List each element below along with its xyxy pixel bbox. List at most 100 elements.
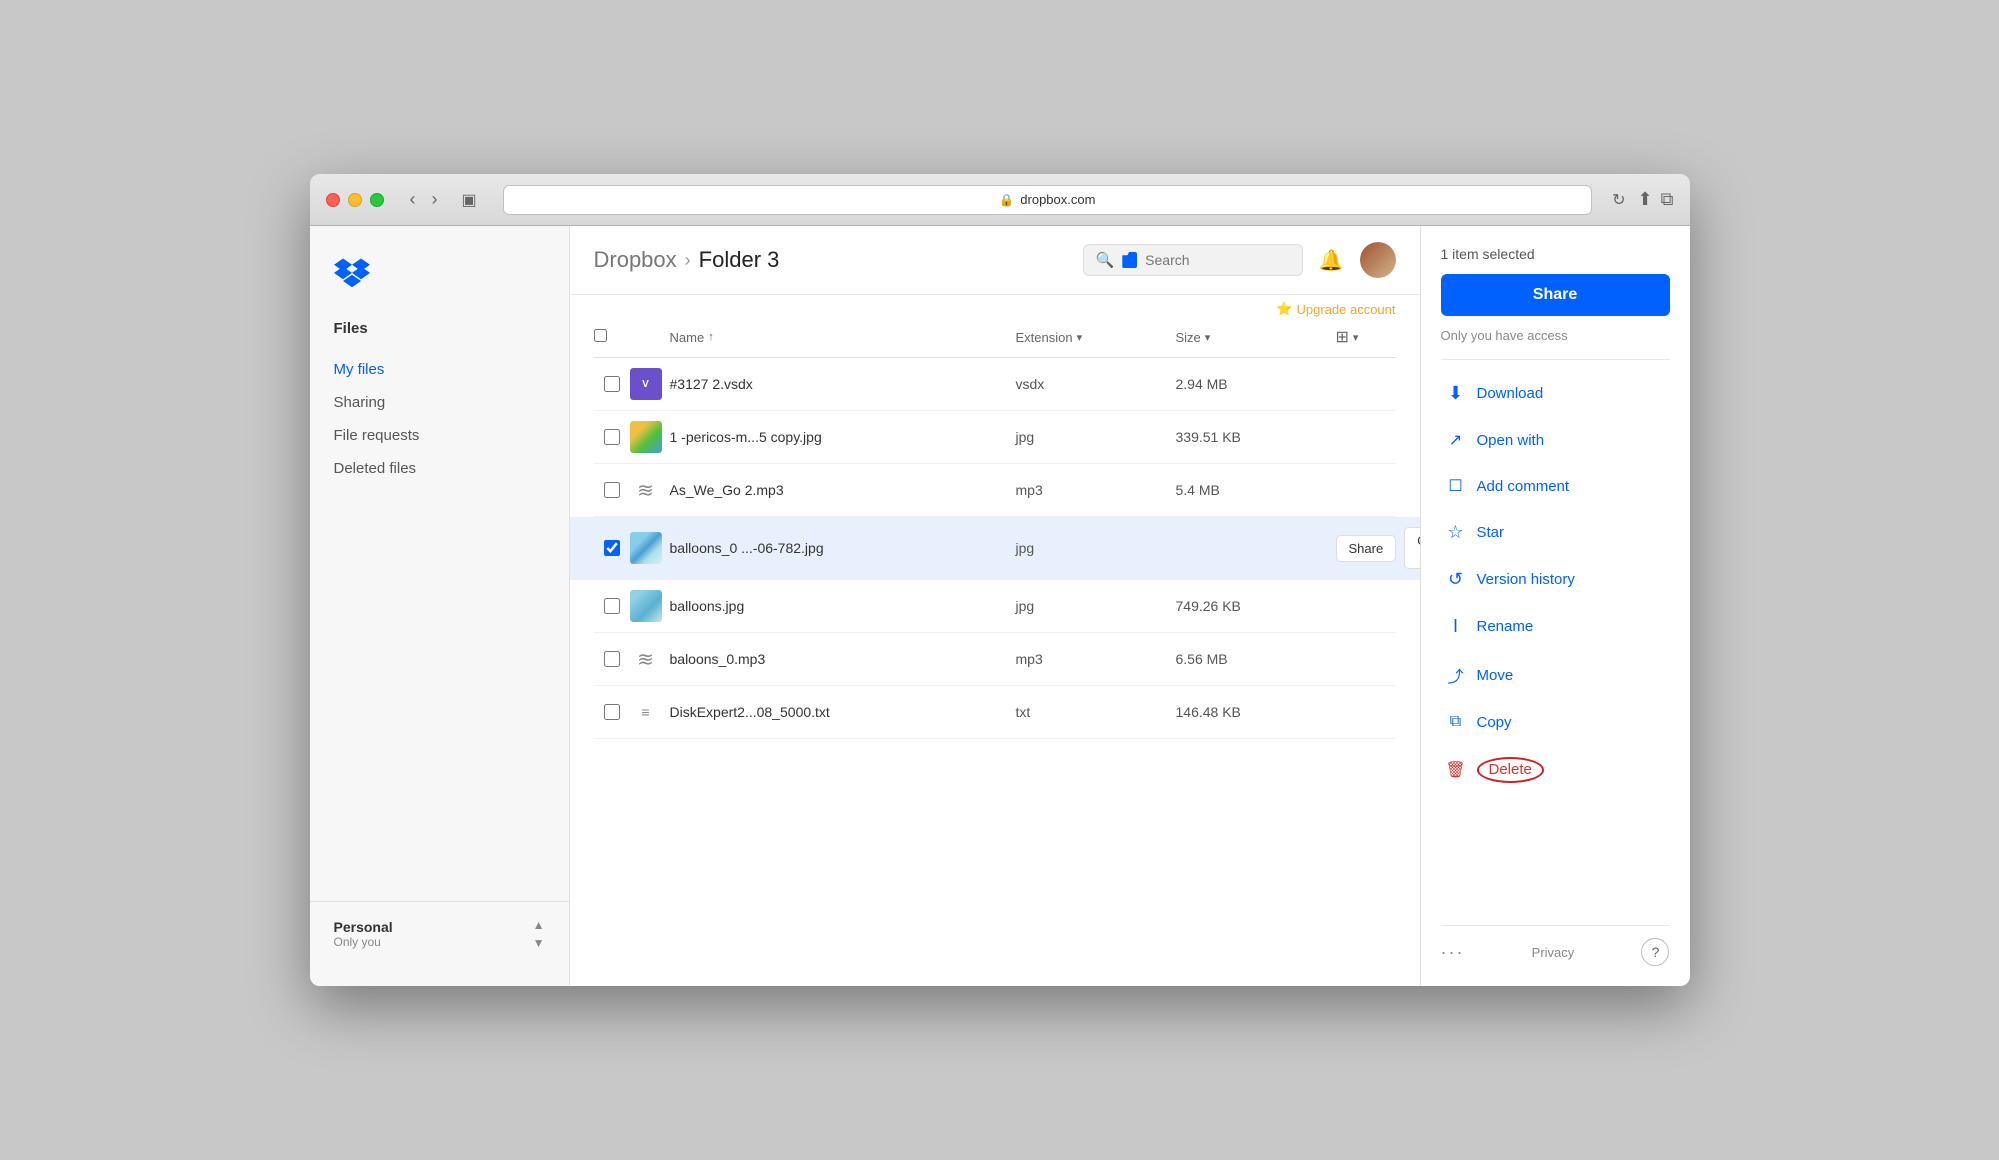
file-name: baloons_0.mp3 bbox=[670, 651, 1016, 667]
split-view-button[interactable]: ▣ bbox=[456, 188, 483, 212]
file-name: balloons_0 ...-06-782.jpg bbox=[670, 540, 1016, 556]
sidebar-item-file-requests[interactable]: File requests bbox=[322, 419, 557, 452]
row-checkbox[interactable] bbox=[604, 598, 620, 614]
action-download[interactable]: ⬇ Download bbox=[1441, 376, 1670, 411]
action-delete[interactable]: 🗑 Delete bbox=[1441, 750, 1670, 790]
upgrade-account-button[interactable]: ⭐ Upgrade account bbox=[1276, 301, 1395, 317]
action-move[interactable]: ⤴ Move bbox=[1441, 656, 1670, 694]
right-panel-footer: ··· Privacy ? bbox=[1441, 925, 1670, 966]
table-row[interactable]: ≡ DiskExpert2...08_5000.txt txt 146.48 K… bbox=[594, 686, 1396, 739]
main-panel: Dropbox › Folder 3 🔍 🔔 bbox=[570, 226, 1420, 986]
file-size: 6.56 MB bbox=[1176, 651, 1336, 667]
table-row[interactable]: 1 -pericos-m...5 copy.jpg jpg 339.51 KB bbox=[594, 411, 1396, 464]
notification-bell-button[interactable]: 🔔 bbox=[1319, 248, 1344, 273]
share-window-button[interactable]: ⬆ bbox=[1638, 189, 1653, 210]
vsdx-icon: V bbox=[630, 368, 662, 400]
breadcrumb-root[interactable]: Dropbox bbox=[594, 247, 677, 273]
move-label: Move bbox=[1477, 667, 1514, 684]
view-options-icon: ⊞ bbox=[1336, 327, 1349, 347]
file-list-header: Name ↑ Extension ▾ Size ▾ ⊞ ▾ bbox=[594, 317, 1396, 358]
row-checkbox-container bbox=[594, 482, 630, 498]
table-row[interactable]: V #3127 2.vsdx vsdx 2.94 MB bbox=[594, 358, 1396, 411]
action-version-history[interactable]: ↺ Version history bbox=[1441, 562, 1670, 597]
table-row[interactable]: ≋ As_We_Go 2.mp3 mp3 5.4 MB bbox=[594, 464, 1396, 517]
url-text: dropbox.com bbox=[1020, 192, 1095, 207]
more-options-button[interactable]: ··· bbox=[1441, 942, 1465, 963]
name-col-header[interactable]: Name ↑ bbox=[670, 330, 1016, 345]
file-size: 339.51 KB bbox=[1176, 429, 1336, 445]
file-extension: jpg bbox=[1016, 540, 1176, 556]
star-label: Star bbox=[1477, 524, 1505, 541]
row-checkbox[interactable] bbox=[604, 651, 620, 667]
file-size: 2.94 MB bbox=[1176, 376, 1336, 392]
row-open-with-button[interactable]: Open with ▾ bbox=[1404, 527, 1419, 569]
row-checkbox[interactable] bbox=[604, 376, 620, 392]
row-share-button[interactable]: Share bbox=[1336, 535, 1397, 562]
back-button[interactable]: ‹ bbox=[404, 187, 422, 212]
select-all-checkbox[interactable] bbox=[594, 329, 607, 342]
forward-button[interactable]: › bbox=[426, 187, 444, 212]
close-button[interactable] bbox=[326, 193, 340, 207]
search-bar: 🔍 bbox=[1083, 244, 1303, 276]
extension-filter-icon: ▾ bbox=[1077, 331, 1083, 344]
sidebar-item-deleted-files[interactable]: Deleted files bbox=[322, 452, 557, 485]
table-row[interactable]: balloons_0 ...-06-782.jpg jpg Share Open… bbox=[570, 517, 1420, 580]
minimize-button[interactable] bbox=[348, 193, 362, 207]
avatar-image bbox=[1360, 242, 1396, 278]
version-history-label: Version history bbox=[1477, 571, 1575, 588]
extension-col-header[interactable]: Extension ▾ bbox=[1016, 330, 1176, 345]
row-checkbox-container bbox=[594, 540, 630, 556]
help-button[interactable]: ? bbox=[1641, 938, 1669, 966]
file-thumbnail bbox=[630, 590, 662, 622]
row-checkbox[interactable] bbox=[604, 540, 620, 556]
action-star[interactable]: ☆ Star bbox=[1441, 515, 1670, 550]
balloon2-thumbnail-icon bbox=[630, 590, 662, 622]
action-open-with[interactable]: ↗ Open with bbox=[1441, 423, 1670, 457]
search-input[interactable] bbox=[1145, 252, 1289, 268]
top-bar-right: 🔍 🔔 bbox=[1083, 242, 1396, 278]
new-tab-button[interactable]: ⧉ bbox=[1661, 189, 1674, 210]
view-options-col-header[interactable]: ⊞ ▾ bbox=[1336, 327, 1396, 347]
sidebar-item-files[interactable]: Files bbox=[322, 312, 557, 345]
size-col-header[interactable]: Size ▾ bbox=[1176, 330, 1336, 345]
account-expand[interactable]: ▲ ▼ bbox=[533, 918, 545, 950]
top-bar: Dropbox › Folder 3 🔍 🔔 bbox=[570, 226, 1420, 295]
file-extension: txt bbox=[1016, 704, 1176, 720]
download-label: Download bbox=[1477, 385, 1544, 402]
row-checkbox[interactable] bbox=[604, 429, 620, 445]
sidebar-item-sharing[interactable]: Sharing bbox=[322, 386, 557, 419]
dropbox-logo-icon bbox=[334, 256, 370, 288]
row-checkbox[interactable] bbox=[604, 482, 620, 498]
sidebar-account: Personal Only you ▲ ▼ bbox=[310, 901, 569, 966]
delete-label: Delete bbox=[1489, 761, 1532, 778]
action-rename[interactable]: I Rename bbox=[1441, 609, 1670, 644]
table-row[interactable]: ≋ baloons_0.mp3 mp3 6.56 MB bbox=[594, 633, 1396, 686]
action-copy[interactable]: ⧉ Copy bbox=[1441, 706, 1670, 738]
table-row[interactable]: balloons.jpg jpg 749.26 KB bbox=[594, 580, 1396, 633]
browser-window: ‹ › ▣ 🔒 dropbox.com ↻ ⬆ ⧉ bbox=[310, 174, 1690, 986]
delete-icon: 🗑 bbox=[1445, 760, 1467, 780]
privacy-link[interactable]: Privacy bbox=[1532, 945, 1575, 960]
file-size: 749.26 KB bbox=[1176, 598, 1336, 614]
user-avatar[interactable] bbox=[1360, 242, 1396, 278]
maximize-button[interactable] bbox=[370, 193, 384, 207]
refresh-button[interactable]: ↻ bbox=[1612, 190, 1625, 210]
parrot-thumbnail-icon bbox=[630, 421, 662, 453]
file-size: 5.4 MB bbox=[1176, 482, 1336, 498]
share-main-button[interactable]: Share bbox=[1441, 274, 1670, 316]
row-checkbox-container bbox=[594, 651, 630, 667]
mp3-waveform-icon: ≋ bbox=[637, 647, 654, 672]
upgrade-bar: ⭐ Upgrade account bbox=[570, 295, 1420, 317]
version-history-icon: ↺ bbox=[1445, 569, 1467, 590]
window-actions: ⬆ ⧉ bbox=[1638, 189, 1674, 210]
action-add-comment[interactable]: ☐ Add comment bbox=[1441, 469, 1670, 503]
size-filter-icon: ▾ bbox=[1205, 331, 1211, 344]
account-subtitle: Only you bbox=[334, 935, 393, 949]
row-checkbox[interactable] bbox=[604, 704, 620, 720]
file-extension: vsdx bbox=[1016, 376, 1176, 392]
view-options-arrow-icon: ▾ bbox=[1353, 331, 1359, 344]
file-name: balloons.jpg bbox=[670, 598, 1016, 614]
sidebar-item-my-files[interactable]: My files bbox=[322, 353, 557, 386]
file-name: #3127 2.vsdx bbox=[670, 376, 1016, 392]
breadcrumb-separator: › bbox=[685, 250, 691, 271]
